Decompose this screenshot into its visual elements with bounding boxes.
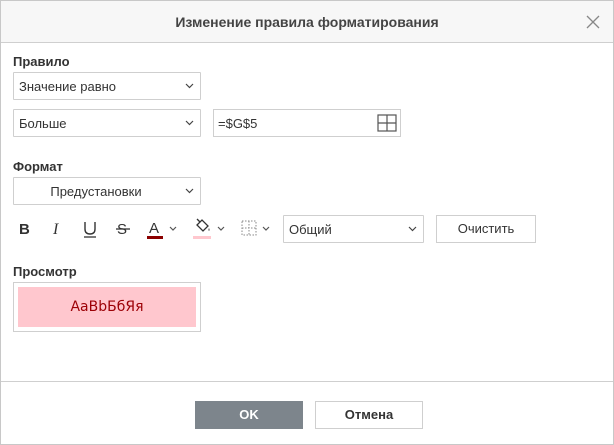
select-range-icon[interactable]	[376, 113, 398, 133]
rule-type-select[interactable]: Значение равно	[13, 72, 201, 100]
preview-sample-text: AaBbБбЯя	[18, 287, 196, 327]
formula-input[interactable]: =$G$5	[213, 109, 401, 137]
clear-format-button[interactable]: Очистить	[436, 215, 536, 243]
close-icon[interactable]	[585, 14, 601, 30]
cancel-button[interactable]: Отмена	[315, 401, 423, 429]
dialog-title: Изменение правила форматирования	[175, 14, 439, 30]
preset-select[interactable]: Предустановки	[13, 177, 201, 205]
number-format-select[interactable]: Общий	[283, 215, 424, 243]
font-color-icon[interactable]: A	[145, 215, 179, 243]
dialog-footer: OK Отмена	[1, 381, 613, 444]
underline-icon[interactable]	[80, 215, 100, 243]
chevron-down-icon	[185, 188, 194, 194]
rule-section-label: Правило	[13, 54, 70, 69]
chevron-down-icon	[408, 226, 417, 232]
strikethrough-icon[interactable]: S	[113, 215, 133, 243]
formula-value: =$G$5	[218, 116, 258, 131]
borders-icon[interactable]	[239, 215, 273, 243]
svg-text:B: B	[19, 221, 30, 238]
bold-icon[interactable]: B	[15, 215, 35, 243]
dialog-titlebar: Изменение правила форматирования	[1, 1, 613, 43]
fill-color-icon[interactable]	[191, 215, 227, 243]
condition-value: Больше	[19, 116, 67, 131]
svg-text:A: A	[149, 220, 159, 237]
conditional-format-dialog: Изменение правила форматирования Правило…	[0, 0, 614, 445]
chevron-down-icon	[185, 83, 194, 89]
condition-select[interactable]: Больше	[13, 109, 201, 137]
italic-icon[interactable]: I	[47, 215, 67, 243]
rule-type-value: Значение равно	[19, 79, 117, 94]
preview-section-label: Просмотр	[13, 264, 77, 279]
preset-value: Предустановки	[50, 184, 142, 199]
svg-text:I: I	[52, 221, 59, 238]
ok-button[interactable]: OK	[195, 401, 303, 429]
number-format-value: Общий	[289, 222, 332, 237]
preview-box: AaBbБбЯя	[13, 282, 201, 332]
format-section-label: Формат	[13, 159, 63, 174]
chevron-down-icon	[185, 120, 194, 126]
